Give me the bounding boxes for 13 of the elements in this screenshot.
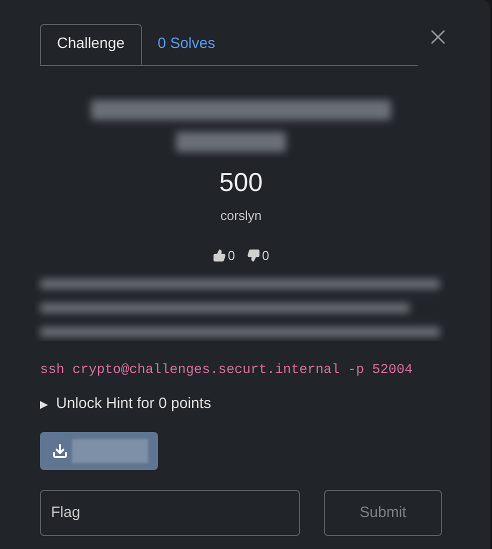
thumbs-down-icon [247,248,260,262]
thumbs-up-icon [212,248,226,262]
flag-field[interactable]: Flag [40,490,300,536]
hint-toggle[interactable]: Unlock Hint for 0 points [40,393,212,416]
challenge-value: 500 [219,166,263,198]
challenge-author: corslyn [220,207,262,225]
caret-icon [40,400,48,408]
downvote-count: 0 [262,246,270,264]
tab[interactable]: Challenge [40,24,142,65]
ssh-command: ssh crypto@challenges.securt.internal -p 52004 [40,362,414,380]
tab[interactable]: 0 Solves [142,24,232,65]
download-icon [52,442,68,459]
upvote-count: 0 [228,246,235,264]
